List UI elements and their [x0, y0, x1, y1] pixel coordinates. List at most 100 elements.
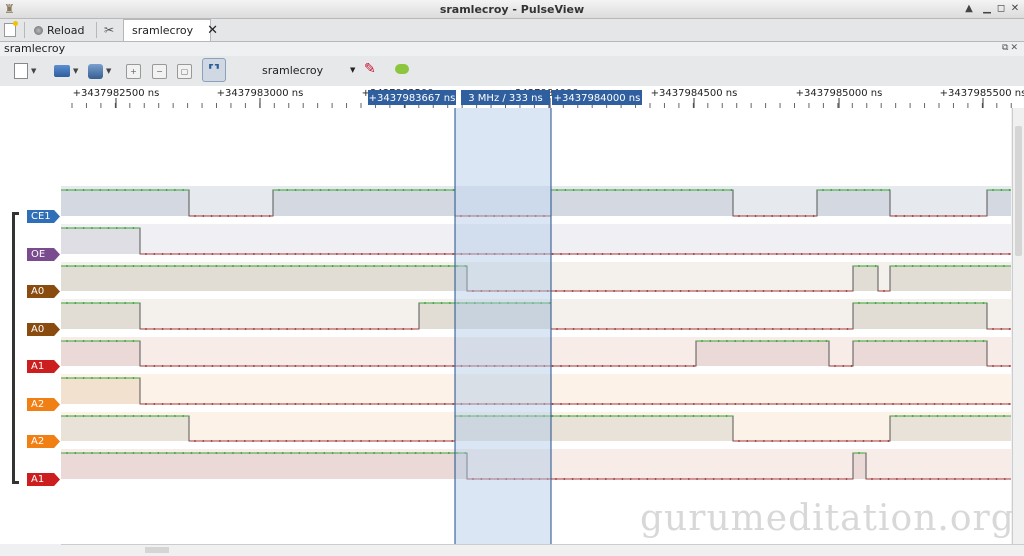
vertical-scrollbar[interactable]: [1012, 108, 1024, 544]
sample-dot: [66, 265, 68, 267]
sample-dot: [949, 340, 952, 342]
sample-dot: [323, 265, 326, 267]
sample-dot: [701, 403, 704, 405]
cursor-region[interactable]: [455, 108, 551, 544]
sample-dot: [601, 253, 604, 255]
sample-dot: [626, 253, 629, 255]
sample-dot: [576, 415, 579, 417]
device-selector[interactable]: sramlecroy: [262, 64, 323, 77]
sample-dot: [830, 189, 833, 191]
sample-dot: [369, 403, 372, 405]
sample-dot: [99, 302, 102, 304]
zoom-out-button[interactable]: −: [152, 61, 167, 81]
sample-dot: [828, 478, 831, 480]
sample-dot: [223, 265, 226, 267]
new-view-icon: [14, 63, 28, 79]
sample-dot: [634, 365, 637, 367]
maximize-icon[interactable]: ◻: [994, 2, 1008, 16]
sample-dot: [882, 302, 885, 304]
sample-dot: [348, 265, 351, 267]
sample-dot: [211, 328, 214, 330]
channel-label-ce1[interactable]: CE1: [27, 210, 60, 223]
tab-sramlecroy[interactable]: sramlecroy ✕: [123, 19, 218, 41]
sample-dot: [256, 452, 259, 454]
sample-dot: [680, 328, 683, 330]
zoom-fit-icon: ▢: [177, 63, 192, 79]
sample-dot: [132, 340, 135, 342]
sample-dot: [427, 403, 430, 405]
new-view-button[interactable]: ▼: [14, 61, 36, 81]
sample-dot: [145, 365, 147, 367]
high-fill: [61, 378, 140, 404]
time-ruler[interactable]: +3437982500 ns+3437983000 ns+3437983500 …: [0, 86, 1024, 108]
sample-dot: [564, 189, 567, 191]
probe-config-icon[interactable]: ✎: [364, 61, 376, 77]
sample-dot: [1002, 265, 1005, 267]
float-close-icons[interactable]: ⧉✕: [1002, 43, 1020, 53]
close-tab-icon[interactable]: ✕: [207, 23, 218, 38]
scroll-thumb[interactable]: [145, 547, 169, 553]
sample-dot: [808, 340, 811, 342]
minimize-icon[interactable]: ▲: [962, 2, 976, 16]
sample-dot: [958, 253, 961, 255]
sample-dot: [576, 365, 579, 367]
sample-dot: [701, 340, 703, 342]
sample-dot: [82, 227, 85, 229]
sample-dot: [207, 452, 210, 454]
sample-dot: [692, 365, 695, 367]
sample-dot: [418, 253, 421, 255]
open-button[interactable]: ▼: [54, 61, 78, 81]
horizontal-scrollbar[interactable]: [61, 544, 1024, 556]
sample-dot: [228, 253, 230, 255]
shade-icon[interactable]: ▁: [980, 2, 994, 16]
reload-button[interactable]: Reload: [34, 21, 84, 39]
sample-dot: [825, 403, 828, 405]
channel-label-oe[interactable]: OE: [27, 248, 60, 261]
sample-dot: [369, 189, 372, 191]
channel-label-a1[interactable]: A1: [27, 360, 60, 373]
zoom-fit-button[interactable]: ▢: [177, 61, 192, 81]
scroll-thumb[interactable]: [1015, 126, 1022, 256]
channel-label-a0[interactable]: A0: [27, 285, 60, 298]
sample-dot: [211, 253, 214, 255]
sample-dot: [560, 253, 562, 255]
sample-dot: [90, 227, 93, 229]
sample-dot: [654, 478, 657, 480]
channel-label-a1[interactable]: A1: [27, 473, 60, 486]
close-window-icon[interactable]: ✕: [1008, 2, 1022, 16]
sample-dot: [899, 302, 902, 304]
sample-dot: [584, 253, 587, 255]
sample-dot: [654, 290, 657, 292]
sample-dot: [784, 403, 787, 405]
sample-dot: [730, 189, 733, 191]
sample-dot: [74, 377, 77, 379]
device-dropdown-arrow-icon[interactable]: ▼: [350, 66, 355, 74]
new-session-button[interactable]: [4, 21, 18, 39]
channel-label-a2[interactable]: A2: [27, 435, 60, 448]
sample-dot: [929, 478, 932, 480]
sample-dot: [394, 365, 396, 367]
sample-dot: [932, 302, 935, 304]
sample-dot: [409, 440, 412, 442]
sample-dot: [626, 403, 629, 405]
sample-dot: [427, 365, 430, 367]
trace-viewport[interactable]: [61, 108, 1011, 544]
show-cursors-button[interactable]: ⸢⸣: [202, 58, 226, 82]
sample-dot: [115, 415, 118, 417]
sample-dot: [443, 365, 446, 367]
sample-dot: [659, 253, 662, 255]
sample-dot: [240, 265, 243, 267]
channel-label-a2[interactable]: A2: [27, 398, 60, 411]
sample-dot: [356, 452, 359, 454]
sample-dot: [311, 328, 313, 330]
sample-dot: [825, 340, 828, 342]
high-fill: [890, 416, 1011, 441]
channels-icon[interactable]: [395, 64, 409, 74]
settings-button[interactable]: ✂: [104, 21, 114, 39]
sample-dot: [950, 403, 953, 405]
zoom-in-button[interactable]: +: [126, 61, 141, 81]
channel-label-a0[interactable]: A0: [27, 323, 60, 336]
save-button[interactable]: ▼: [88, 61, 111, 81]
sample-dot: [178, 253, 181, 255]
sample-dot: [804, 478, 806, 480]
